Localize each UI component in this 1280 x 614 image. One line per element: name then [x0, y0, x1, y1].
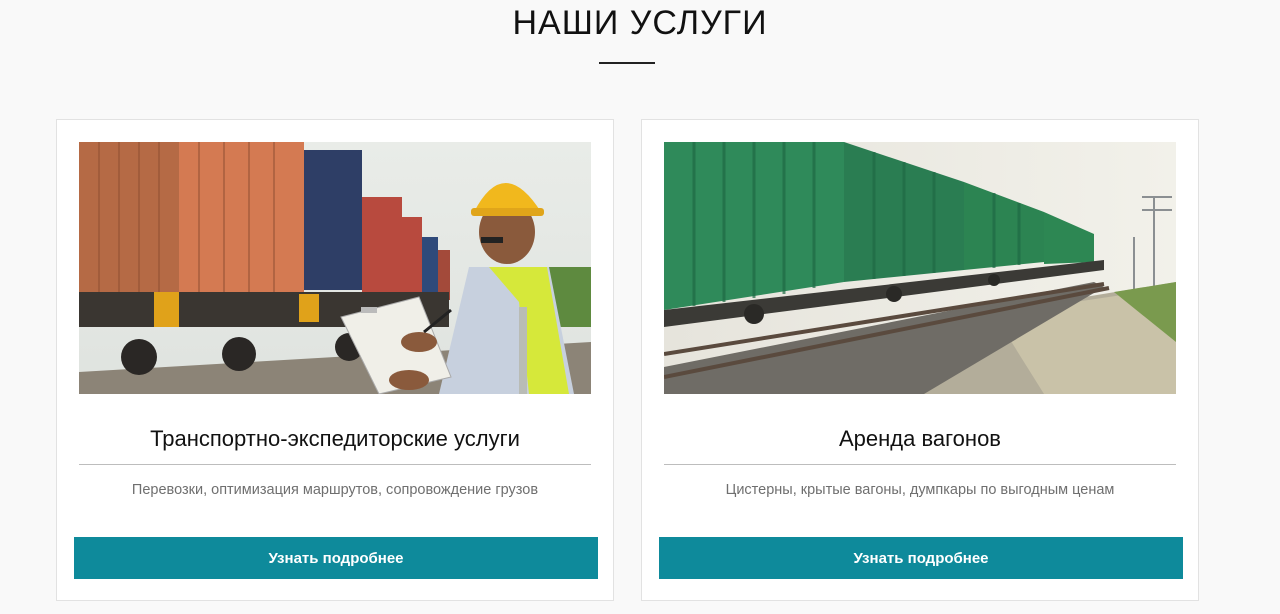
service-card-wagon-rental: Аренда вагонов Цистерны, крытые вагоны, …	[641, 119, 1199, 601]
card-divider	[79, 464, 591, 465]
card-title: Транспортно-экспедиторские услуги	[150, 426, 520, 451]
service-card-forwarding: Транспортно-экспедиторские услуги Перево…	[56, 119, 614, 601]
forwarding-image	[79, 142, 591, 394]
services-section: НАШИ УСЛУГИ Транспортно-экспедиторские у…	[0, 0, 1280, 614]
learn-more-button[interactable]: Узнать подробнее	[74, 537, 598, 579]
card-title: Аренда вагонов	[838, 426, 1001, 451]
wagon-rental-image	[664, 142, 1176, 394]
green-boxcars-illustration	[664, 142, 1176, 394]
learn-more-button[interactable]: Узнать подробнее	[659, 537, 1183, 579]
card-description: Цистерны, крытые вагоны, думпкары по выг…	[725, 482, 1115, 498]
section-title: НАШИ УСЛУГИ	[512, 4, 768, 42]
card-description: Перевозки, оптимизация маршрутов, сопров…	[131, 482, 539, 498]
container-train-worker-illustration	[79, 142, 591, 394]
title-divider	[599, 62, 655, 64]
card-divider	[664, 464, 1176, 465]
